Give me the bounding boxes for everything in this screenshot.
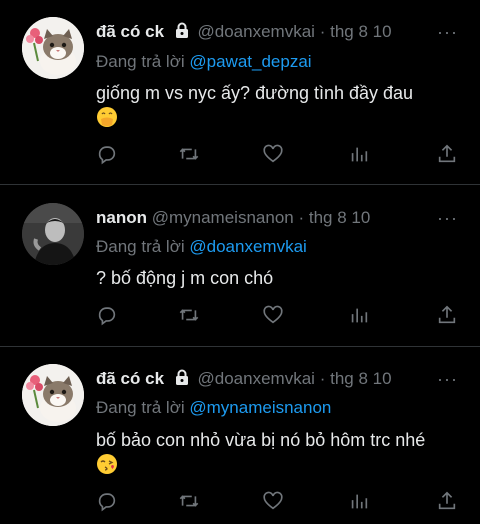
lock-icon (175, 369, 189, 391)
like-icon[interactable] (262, 143, 284, 165)
timestamp[interactable]: thg 8 10 (330, 369, 391, 388)
avatar[interactable] (22, 203, 84, 265)
share-icon[interactable] (436, 304, 458, 326)
user-handle[interactable]: @doanxemvkai (198, 369, 315, 388)
tweet[interactable]: đã có ck @doanxemvkai · thg 8 10 ··· Đan… (0, 0, 480, 185)
reply-icon[interactable] (96, 304, 118, 326)
analytics-icon[interactable] (348, 304, 370, 326)
timestamp[interactable]: thg 8 10 (309, 208, 370, 227)
tweet-actions (96, 490, 458, 512)
reply-prefix: Đang trả lời (96, 52, 185, 71)
tweet-text-content: ? bố động j m con chó (96, 268, 274, 288)
display-name[interactable]: đã có ck (96, 369, 164, 388)
analytics-icon[interactable] (348, 143, 370, 165)
display-name[interactable]: nanon (96, 208, 147, 227)
like-icon[interactable] (262, 490, 284, 512)
separator-dot: · (319, 369, 326, 388)
more-options-icon[interactable]: ··· (437, 208, 458, 229)
tweet-actions (96, 143, 458, 165)
reply-to-mention[interactable]: @pawat_depzai (189, 52, 311, 71)
timestamp[interactable]: thg 8 10 (330, 22, 391, 41)
retweet-icon[interactable] (178, 490, 200, 512)
display-name[interactable]: đã có ck (96, 22, 164, 41)
tweet-text: ? bố động j m con chó (96, 265, 460, 291)
tweet[interactable]: đã có ck @doanxemvkai · thg 8 10 ··· Đan… (0, 347, 480, 524)
reply-context: Đang trả lời @doanxemvkai (96, 237, 307, 257)
reply-context: Đang trả lời @mynameisnanon (96, 398, 331, 418)
face-blowing-kiss-icon (96, 453, 118, 482)
reply-to-mention[interactable]: @mynameisnanon (189, 398, 331, 417)
tweet-text-content: bố bảo con nhỏ vừa bị nó bỏ hôm trc nhé (96, 430, 426, 450)
more-options-icon[interactable]: ··· (437, 22, 458, 43)
face-with-hand-over-mouth-icon (96, 106, 118, 135)
tweet-text: giống m vs nyc ấy? đường tình đầy đau (96, 80, 460, 135)
user-handle[interactable]: @mynameisnanon (152, 208, 294, 227)
analytics-icon[interactable] (348, 490, 370, 512)
more-options-icon[interactable]: ··· (437, 369, 458, 390)
retweet-icon[interactable] (178, 304, 200, 326)
share-icon[interactable] (436, 143, 458, 165)
reply-icon[interactable] (96, 143, 118, 165)
tweet[interactable]: nanon @mynameisnanon · thg 8 10 ··· Đang… (0, 185, 480, 347)
retweet-icon[interactable] (178, 143, 200, 165)
avatar[interactable] (22, 364, 84, 426)
reply-context: Đang trả lời @pawat_depzai (96, 52, 312, 72)
avatar[interactable] (22, 17, 84, 79)
tweet-text: bố bảo con nhỏ vừa bị nó bỏ hôm trc nhé (96, 427, 460, 482)
reply-prefix: Đang trả lời (96, 237, 185, 256)
user-handle[interactable]: @doanxemvkai (198, 22, 315, 41)
separator-dot: · (319, 22, 326, 41)
separator-dot: · (298, 208, 305, 227)
reply-prefix: Đang trả lời (96, 398, 185, 417)
share-icon[interactable] (436, 490, 458, 512)
tweet-text-content: giống m vs nyc ấy? đường tình đầy đau (96, 83, 414, 103)
lock-icon (175, 22, 189, 44)
reply-icon[interactable] (96, 490, 118, 512)
like-icon[interactable] (262, 304, 284, 326)
reply-to-mention[interactable]: @doanxemvkai (189, 237, 306, 256)
tweet-actions (96, 304, 458, 326)
